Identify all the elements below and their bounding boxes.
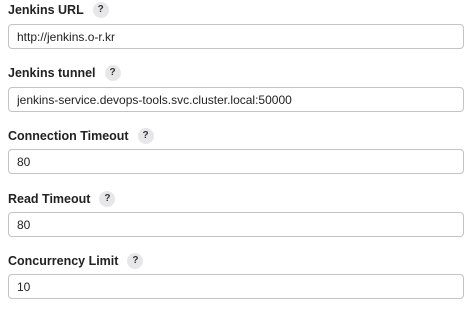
jenkins-url-input[interactable]: [8, 24, 464, 49]
connection-timeout-help-icon[interactable]: ?: [137, 128, 154, 144]
jenkins-tunnel-label: Jenkins tunnel: [8, 66, 96, 80]
connection-timeout-label: Connection Timeout: [8, 129, 129, 143]
read-timeout-input[interactable]: [8, 212, 464, 237]
read-timeout-field-group: Read Timeout ?: [8, 189, 464, 237]
concurrency-limit-help-icon[interactable]: ?: [127, 253, 144, 269]
jenkins-url-label: Jenkins URL: [8, 3, 84, 17]
concurrency-limit-field-group: Concurrency Limit ?: [8, 251, 464, 299]
jenkins-tunnel-field-group: Jenkins tunnel ?: [8, 63, 464, 112]
jenkins-tunnel-help-icon[interactable]: ?: [104, 65, 121, 81]
jenkins-tunnel-label-row: Jenkins tunnel ?: [8, 63, 464, 83]
jenkins-cloud-settings-form: Jenkins URL ? Jenkins tunnel ? Connectio…: [0, 0, 474, 311]
jenkins-url-label-row: Jenkins URL ?: [8, 0, 464, 20]
read-timeout-label: Read Timeout: [8, 192, 91, 206]
concurrency-limit-label: Concurrency Limit: [8, 254, 119, 268]
concurrency-limit-label-row: Concurrency Limit ?: [8, 251, 464, 271]
jenkins-url-help-icon[interactable]: ?: [92, 2, 109, 18]
connection-timeout-field-group: Connection Timeout ?: [8, 126, 464, 174]
jenkins-tunnel-input[interactable]: [8, 87, 464, 112]
connection-timeout-input[interactable]: [8, 149, 464, 174]
connection-timeout-label-row: Connection Timeout ?: [8, 126, 464, 146]
read-timeout-label-row: Read Timeout ?: [8, 189, 464, 209]
jenkins-url-field-group: Jenkins URL ?: [8, 0, 464, 49]
read-timeout-help-icon[interactable]: ?: [99, 191, 116, 207]
concurrency-limit-input[interactable]: [8, 274, 464, 299]
